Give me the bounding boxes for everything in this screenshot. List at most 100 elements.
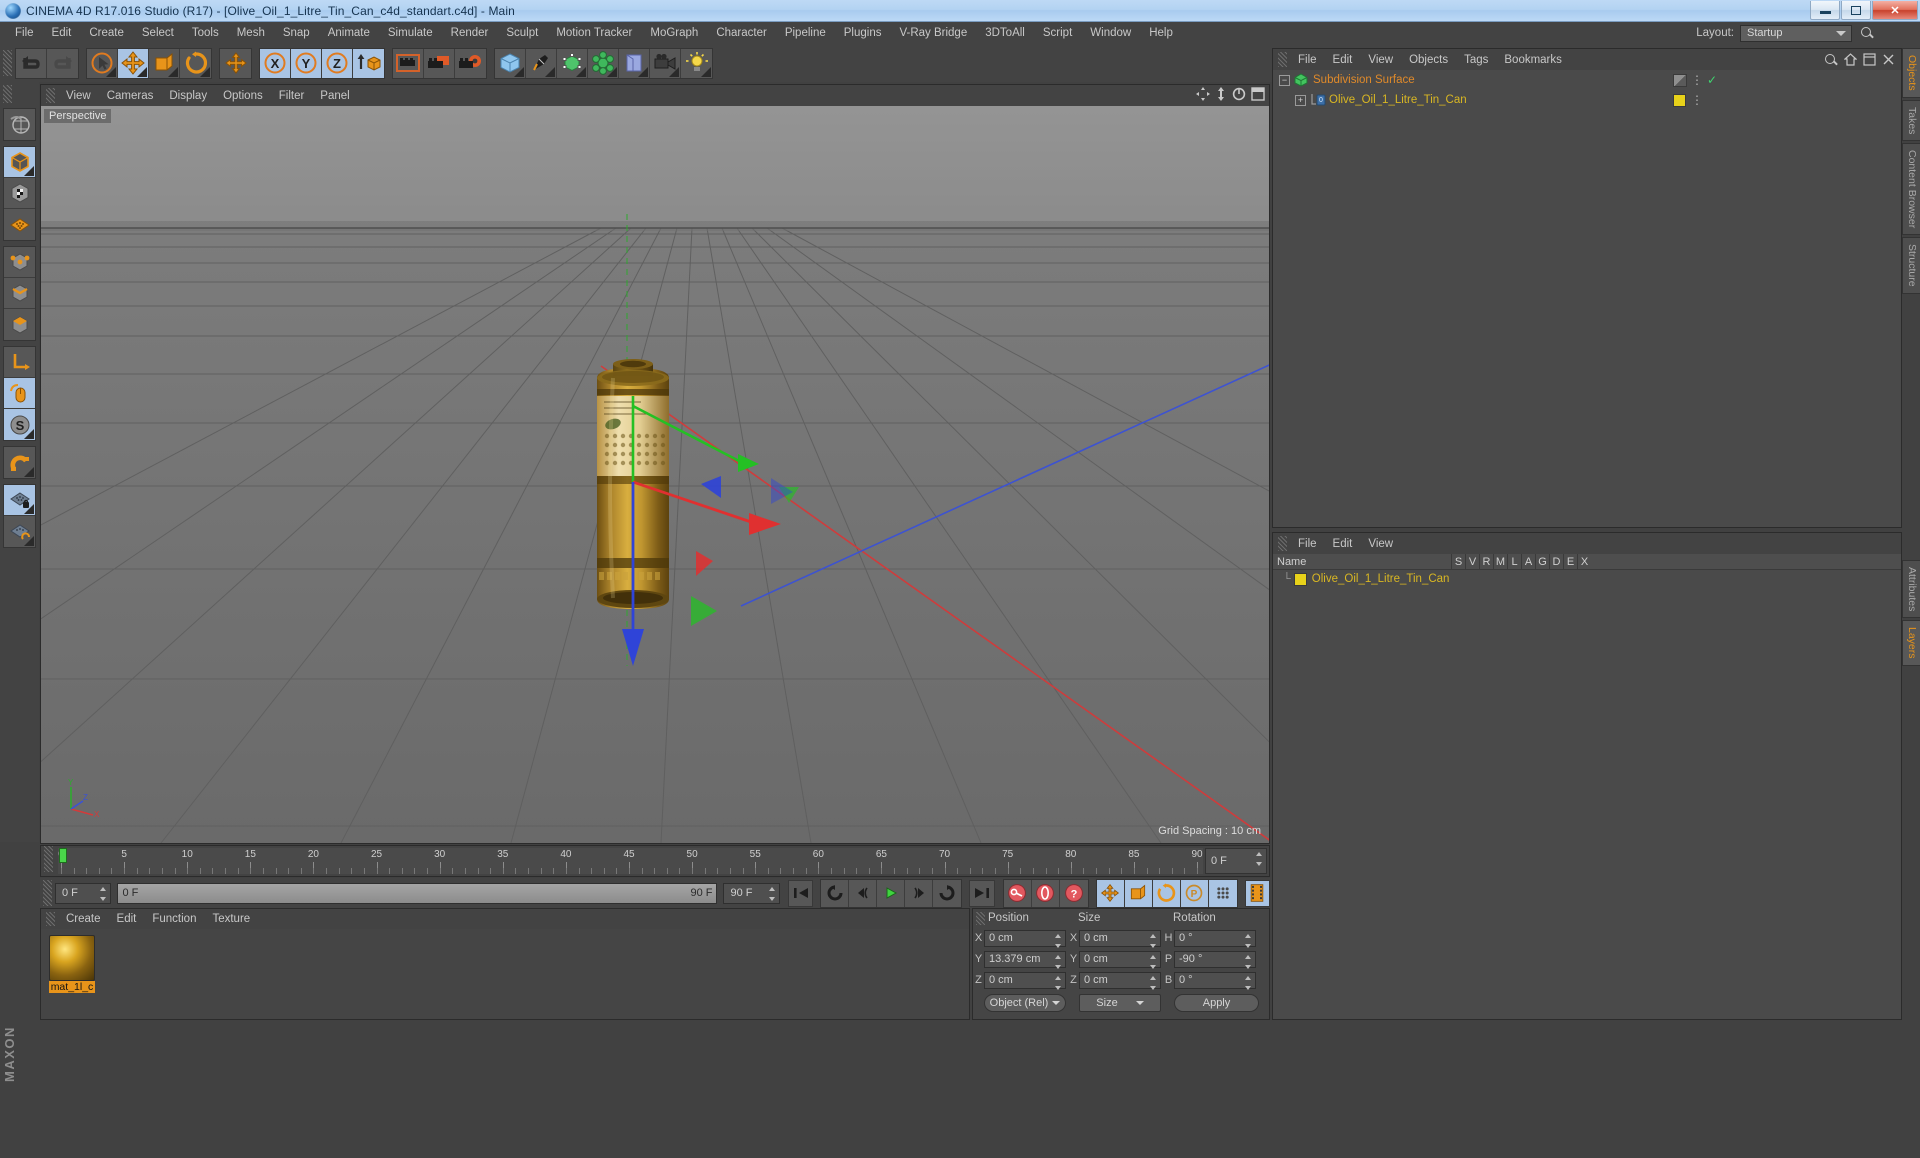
spinner-icon[interactable] xyxy=(100,886,107,901)
lock-z-axis-button[interactable]: Z xyxy=(322,48,353,78)
display-tag-icon[interactable] xyxy=(1673,73,1687,87)
menu-item-plugins[interactable]: Plugins xyxy=(835,24,891,42)
scale-key-button[interactable] xyxy=(1124,879,1153,907)
menu-item-create[interactable]: Create xyxy=(80,24,133,42)
object-menu-tags[interactable]: Tags xyxy=(1456,51,1496,69)
menu-item-mesh[interactable]: Mesh xyxy=(228,24,274,42)
spinner-icon[interactable] xyxy=(1150,975,1157,990)
viewport-grip[interactable] xyxy=(46,88,55,103)
planar-workplane-button[interactable] xyxy=(4,516,35,547)
object-menu-bookmarks[interactable]: Bookmarks xyxy=(1496,51,1570,69)
end-frame-field[interactable]: 90 F xyxy=(723,882,780,904)
generator-button[interactable] xyxy=(557,48,588,78)
coordinate-mode-dropdown[interactable]: Object (Rel) xyxy=(984,994,1066,1012)
polygon-mode-button[interactable] xyxy=(4,309,35,340)
search-icon[interactable] xyxy=(1824,53,1838,67)
play-button[interactable] xyxy=(877,879,906,907)
object-manager-grip[interactable] xyxy=(1278,52,1287,67)
size-x-field[interactable]: 0 cm xyxy=(1079,929,1161,948)
timeline-ruler[interactable]: 051015202530354045505560657075808590 xyxy=(58,848,1203,874)
workplane-button[interactable] xyxy=(4,209,35,240)
size-y-field[interactable]: 0 cm xyxy=(1079,950,1161,969)
material-menu-function[interactable]: Function xyxy=(144,911,204,927)
light-button[interactable] xyxy=(681,48,712,78)
object-menu-file[interactable]: File xyxy=(1290,51,1325,69)
side-tab-objects[interactable]: Objects xyxy=(1902,48,1920,98)
animbar-grip[interactable] xyxy=(43,880,52,906)
material-name-label[interactable]: mat_1l_c xyxy=(49,981,95,993)
record-key-button[interactable] xyxy=(1003,879,1032,907)
viewport-menu-display[interactable]: Display xyxy=(161,87,215,105)
material-preview-thumbnail[interactable] xyxy=(49,935,95,981)
menu-item-sculpt[interactable]: Sculpt xyxy=(497,24,547,42)
viewport-solo-button[interactable] xyxy=(4,378,35,409)
menu-item-render[interactable]: Render xyxy=(442,24,498,42)
select-tool-button[interactable] xyxy=(87,48,118,78)
edge-mode-button[interactable] xyxy=(4,278,35,309)
close-panel-icon[interactable] xyxy=(1882,53,1895,66)
key-help-button[interactable]: ? xyxy=(1059,879,1088,907)
menu-item-select[interactable]: Select xyxy=(133,24,183,42)
layer-menu-file[interactable]: File xyxy=(1290,535,1325,553)
material-menu-edit[interactable]: Edit xyxy=(109,911,145,927)
viewport-menu-filter[interactable]: Filter xyxy=(271,87,313,105)
position-x-field[interactable]: 0 cm xyxy=(984,929,1066,948)
left-toolbar-grip[interactable] xyxy=(3,85,12,103)
object-menu-objects[interactable]: Objects xyxy=(1401,51,1456,69)
layer-manager-grip[interactable] xyxy=(1278,536,1287,551)
coords-grip[interactable] xyxy=(976,911,985,925)
render-settings-button[interactable] xyxy=(455,48,486,78)
side-tab-attributes[interactable]: Attributes xyxy=(1902,560,1920,619)
spinner-icon[interactable] xyxy=(1245,954,1252,969)
menu-item-pipeline[interactable]: Pipeline xyxy=(776,24,835,42)
rotation-key-button[interactable] xyxy=(1152,879,1181,907)
current-frame-field[interactable]: 0 F xyxy=(55,882,112,904)
menu-item-v-ray-bridge[interactable]: V-Ray Bridge xyxy=(890,24,976,42)
time-range-slider[interactable]: 0 F 90 F xyxy=(117,882,718,904)
object-row-olive-oil-tin-can[interactable]: + 0 Olive_Oil_1_Litre_Tin_Can ⋮ xyxy=(1273,90,1901,110)
object-menu-edit[interactable]: Edit xyxy=(1325,51,1361,69)
material-item[interactable]: mat_1l_c xyxy=(49,935,95,993)
home-icon[interactable] xyxy=(1844,53,1857,66)
go-to-end-button[interactable] xyxy=(969,879,995,907)
collapse-panel-icon[interactable] xyxy=(1863,53,1876,66)
pla-key-button[interactable] xyxy=(1208,879,1237,907)
material-menu-create[interactable]: Create xyxy=(58,911,109,927)
expand-toggle-icon[interactable]: + xyxy=(1295,94,1306,106)
timeline-frame-field[interactable]: 0 F xyxy=(1205,848,1267,874)
toolbar-grip[interactable] xyxy=(3,50,12,76)
spinner-icon[interactable] xyxy=(1245,933,1252,948)
loop-button[interactable] xyxy=(933,879,962,907)
viewport-menu-view[interactable]: View xyxy=(58,87,99,105)
soft-selection-button[interactable]: S xyxy=(4,409,35,440)
menu-item-tools[interactable]: Tools xyxy=(183,24,228,42)
zoom-view-icon[interactable] xyxy=(1215,87,1227,101)
maximize-view-icon[interactable] xyxy=(1251,87,1265,101)
lock-y-axis-button[interactable]: Y xyxy=(291,48,322,78)
search-icon[interactable] xyxy=(1860,26,1874,40)
menu-item-help[interactable]: Help xyxy=(1140,24,1182,42)
world-object-coordinate-button[interactable] xyxy=(353,48,384,78)
rotate-view-icon[interactable] xyxy=(1232,87,1246,101)
render-region-button[interactable] xyxy=(424,48,455,78)
menu-item-motion-tracker[interactable]: Motion Tracker xyxy=(547,24,641,42)
viewport-menu-cameras[interactable]: Cameras xyxy=(99,87,162,105)
menu-item-mograph[interactable]: MoGraph xyxy=(641,24,707,42)
menu-item-3dtoall[interactable]: 3DToAll xyxy=(976,24,1034,42)
minimize-button[interactable] xyxy=(1810,1,1840,20)
autokey-button[interactable] xyxy=(1031,879,1060,907)
spline-pen-button[interactable] xyxy=(526,48,557,78)
timeline-strip-button[interactable] xyxy=(1244,879,1270,907)
side-tab-takes[interactable]: Takes xyxy=(1902,99,1920,142)
viewport-menu-panel[interactable]: Panel xyxy=(312,87,357,105)
move-tool-button[interactable] xyxy=(118,48,149,78)
spinner-icon[interactable] xyxy=(1055,975,1062,990)
scale-tool-button[interactable] xyxy=(149,48,180,78)
side-tab-content-browser[interactable]: Content Browser xyxy=(1902,143,1920,236)
checkmark-icon[interactable]: ✓ xyxy=(1707,73,1717,87)
object-tree[interactable]: − Subdivision Surface ⋮ ✓ + 0 Olive_Oil_… xyxy=(1273,70,1901,527)
viewport-menu-options[interactable]: Options xyxy=(215,87,271,105)
rotation-p-field[interactable]: -90 ° xyxy=(1174,950,1256,969)
move-axis-button[interactable] xyxy=(220,48,251,78)
rotate-tool-button[interactable] xyxy=(180,48,211,78)
